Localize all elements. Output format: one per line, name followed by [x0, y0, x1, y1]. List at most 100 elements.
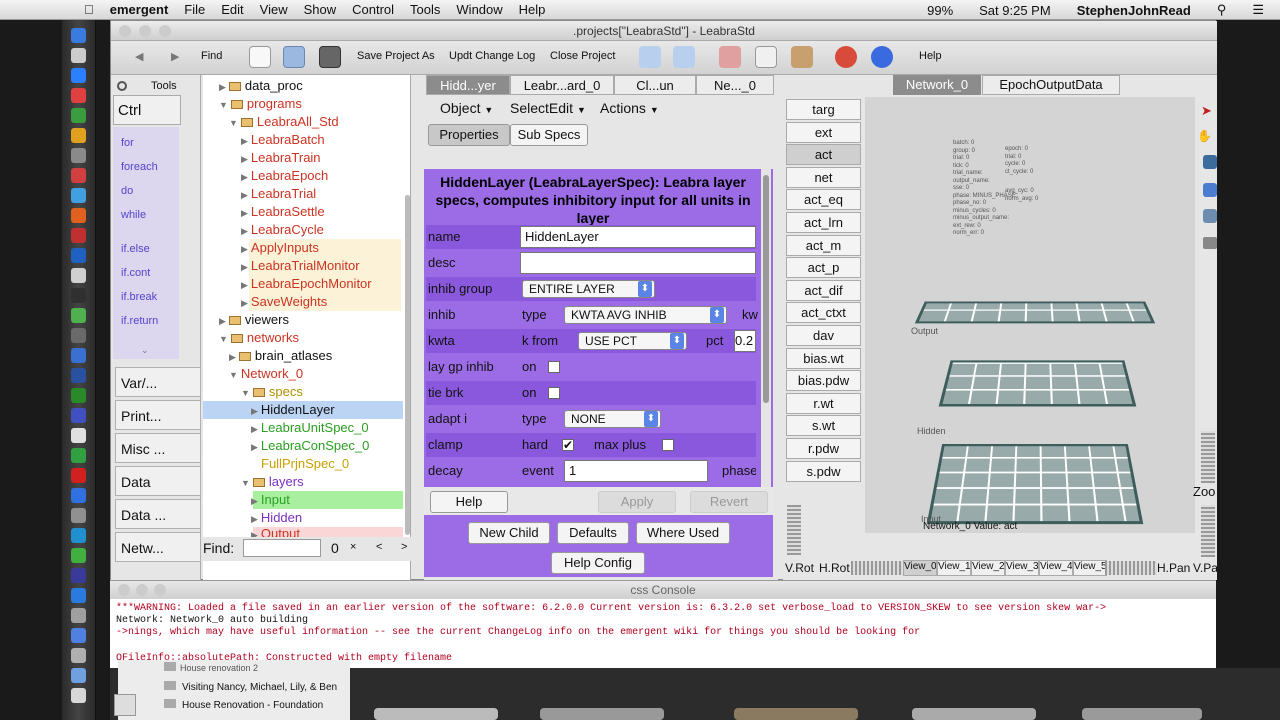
- app-icon[interactable]: [71, 428, 86, 443]
- tab-network[interactable]: Netw...: [115, 532, 201, 562]
- paste-icon[interactable]: [791, 46, 813, 68]
- tree-node[interactable]: ▶ Input: [251, 491, 290, 509]
- find-button[interactable]: Find: [201, 50, 222, 62]
- name-field[interactable]: HiddenLayer: [520, 226, 756, 248]
- tree-node[interactable]: ▼ LeabraAll_Std: [229, 113, 339, 131]
- tab-cl-un[interactable]: Cl...un: [614, 75, 696, 95]
- clamp-hard-checkbox[interactable]: ✔: [562, 439, 574, 451]
- find-input[interactable]: [243, 539, 321, 557]
- view-button-1[interactable]: View_1: [937, 560, 971, 576]
- tab-properties[interactable]: Properties: [428, 124, 510, 146]
- menu-object[interactable]: Object ▼: [440, 100, 493, 116]
- finder-item[interactable]: House renovation 2: [164, 662, 258, 673]
- tree-node[interactable]: ▶ LeabraEpochMonitor: [241, 275, 372, 293]
- tree-node[interactable]: ▼ specs: [241, 383, 303, 401]
- hrot-slider[interactable]: [851, 561, 903, 575]
- menu-selectedit[interactable]: SelectEdit ▼: [510, 100, 586, 116]
- pct-field[interactable]: 0.2: [734, 330, 756, 352]
- hpan-slider[interactable]: [1105, 561, 1157, 575]
- undo-icon[interactable]: [639, 46, 661, 68]
- tree-node[interactable]: ▼ programs: [219, 95, 302, 113]
- finder-item[interactable]: Visiting Nancy, Michael, Lily, & Ben: [164, 681, 337, 693]
- app-icon[interactable]: [71, 508, 86, 523]
- save-icon[interactable]: [319, 46, 341, 68]
- app-icon[interactable]: [71, 528, 86, 543]
- apply-button[interactable]: Apply: [598, 491, 676, 513]
- tree-node[interactable]: FullPrjnSpec_0: [261, 455, 349, 473]
- tab-data-2[interactable]: Data ...: [115, 499, 201, 529]
- menu-help[interactable]: Help: [511, 2, 554, 17]
- tab-leabra-board[interactable]: Leabr...ard_0: [510, 75, 614, 95]
- code-if-cont[interactable]: if.cont: [121, 267, 150, 279]
- select-arrow-icon[interactable]: ➤: [1201, 103, 1212, 119]
- stop-icon[interactable]: [835, 46, 857, 68]
- list-icon[interactable]: ☰: [1244, 2, 1272, 18]
- trash-icon[interactable]: [71, 688, 86, 703]
- var-button-bias-wt[interactable]: bias.wt: [786, 347, 861, 369]
- app-icon[interactable]: [71, 188, 86, 203]
- help-config-button[interactable]: Help Config: [551, 552, 645, 574]
- app-icon[interactable]: [71, 448, 86, 463]
- app-icon[interactable]: [71, 548, 86, 563]
- app-icon[interactable]: [71, 128, 86, 143]
- tree-node[interactable]: ▶ LeabraSettle: [241, 203, 325, 221]
- var-button-act-dif[interactable]: act_dif: [786, 279, 861, 301]
- app-icon[interactable]: [71, 168, 86, 183]
- cut-icon[interactable]: [719, 46, 741, 68]
- help-button[interactable]: Help: [430, 491, 508, 513]
- app-icon[interactable]: [71, 228, 86, 243]
- app-icon[interactable]: [71, 468, 86, 483]
- code-while[interactable]: while: [121, 209, 146, 221]
- app-icon[interactable]: [71, 328, 86, 343]
- zoom-window-button[interactable]: [159, 25, 171, 37]
- menu-show[interactable]: Show: [296, 2, 345, 17]
- app-icon[interactable]: [71, 288, 86, 303]
- finder-item[interactable]: House Renovation - Foundation: [164, 699, 323, 711]
- var-button-dav[interactable]: dav: [786, 325, 861, 346]
- view-button-3[interactable]: View_3: [1005, 560, 1039, 576]
- open-folder-icon[interactable]: [283, 46, 305, 68]
- tree-scrollbar[interactable]: [405, 195, 410, 535]
- app-icon[interactable]: [71, 348, 86, 363]
- menu-tools[interactable]: Tools: [402, 2, 448, 17]
- app-icon[interactable]: [71, 208, 86, 223]
- view-all-icon[interactable]: [1203, 209, 1217, 223]
- menu-view[interactable]: View: [252, 2, 296, 17]
- code-do[interactable]: do: [121, 185, 133, 197]
- var-button-act-eq[interactable]: act_eq: [786, 189, 861, 211]
- eye-icon[interactable]: [1203, 155, 1217, 169]
- zoom-slider[interactable]: [1201, 431, 1215, 483]
- find-next-button[interactable]: >: [401, 541, 407, 553]
- tree-node[interactable]: ▶ brain_atlases: [229, 347, 332, 365]
- app-icon[interactable]: [71, 88, 86, 103]
- app-icon[interactable]: [71, 308, 86, 323]
- inhib-group-select[interactable]: ENTIRE LAYER: [522, 280, 655, 298]
- run-icon[interactable]: [871, 46, 893, 68]
- app-icon[interactable]: [71, 668, 86, 683]
- search-icon[interactable]: ⚲: [1209, 2, 1235, 18]
- battery-status[interactable]: 99%: [919, 3, 961, 18]
- app-icon[interactable]: [71, 48, 86, 63]
- app-icon[interactable]: [71, 588, 86, 603]
- tree-node[interactable]: ▼ networks: [219, 329, 299, 347]
- decay-event-field[interactable]: 1: [564, 460, 708, 482]
- zoom-window-button[interactable]: [154, 584, 166, 596]
- app-icon[interactable]: [71, 248, 86, 263]
- redo-icon[interactable]: [673, 46, 695, 68]
- close-project-button[interactable]: Close Project: [550, 50, 615, 62]
- inhib-type-select[interactable]: KWTA AVG INHIB: [564, 306, 727, 324]
- kfrom-select[interactable]: USE PCT: [578, 332, 687, 350]
- var-button-act-p[interactable]: act_p: [786, 257, 861, 279]
- tree-node-selected[interactable]: ▶ HiddenLayer: [251, 401, 335, 419]
- defaults-button[interactable]: Defaults: [557, 522, 629, 544]
- tab-data[interactable]: Data: [115, 466, 201, 496]
- app-icon[interactable]: [71, 148, 86, 163]
- new-doc-icon[interactable]: [249, 46, 271, 68]
- tree-node[interactable]: ▶ Hidden: [251, 509, 302, 527]
- app-icon[interactable]: [71, 568, 86, 583]
- var-button-act-ctxt[interactable]: act_ctxt: [786, 302, 861, 324]
- network-3d-view[interactable]: batch: 0 group: 0 trial: 0 tick: 0 trial_nam…: [865, 97, 1195, 533]
- find-clear-button[interactable]: ×: [350, 541, 356, 553]
- tab-misc[interactable]: Misc ...: [115, 433, 201, 463]
- app-icon[interactable]: [71, 108, 86, 123]
